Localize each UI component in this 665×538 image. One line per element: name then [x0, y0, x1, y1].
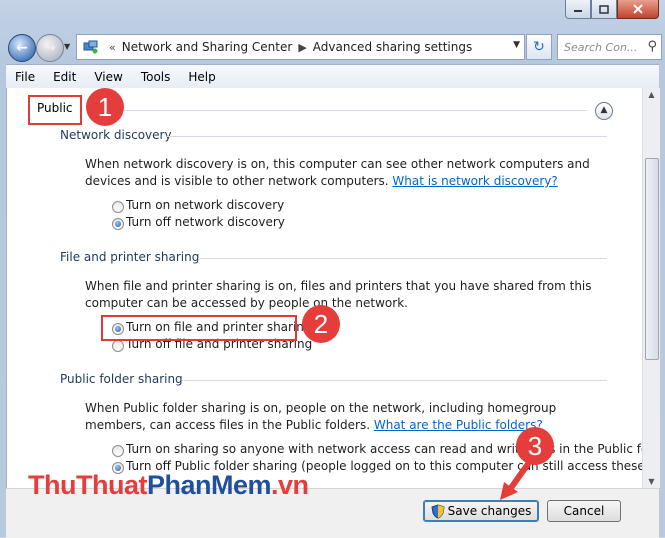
save-changes-button[interactable]: Save changes	[423, 500, 539, 522]
network-discovery-help-link[interactable]: What is network discovery?	[392, 174, 557, 188]
watermark-part-3: .vn	[271, 470, 309, 500]
step-3-badge: 3	[516, 427, 554, 465]
section-divider	[182, 380, 607, 381]
scroll-down-icon[interactable]: ▼	[643, 477, 660, 486]
search-placeholder: Search Con...	[564, 40, 638, 54]
menu-edit[interactable]: Edit	[44, 70, 85, 84]
back-arrow-icon: ←	[16, 40, 28, 56]
turn-on-network-discovery-label[interactable]: Turn on network discovery	[126, 198, 284, 212]
radio-turn-on-network-discovery[interactable]	[112, 201, 124, 213]
breadcrumb-advanced-sharing[interactable]: Advanced sharing settings	[313, 40, 472, 54]
scroll-up-icon[interactable]: ▲	[643, 90, 660, 99]
refresh-button[interactable]: ↻	[526, 34, 552, 60]
turn-off-network-discovery-label[interactable]: Turn off network discovery	[126, 215, 285, 229]
forward-arrow-icon: →	[44, 40, 56, 56]
collapse-profile-button[interactable]: ▲	[595, 102, 613, 120]
file-printer-sharing-description: When file and printer sharing is on, fil…	[85, 279, 592, 310]
maximize-icon	[599, 4, 609, 14]
menu-file[interactable]: File	[6, 70, 44, 84]
breadcrumb-separator-icon[interactable]: ▶	[298, 41, 306, 54]
close-button[interactable]	[617, 0, 659, 19]
back-button[interactable]: ←	[8, 34, 36, 62]
menu-view[interactable]: View	[85, 70, 131, 84]
refresh-icon: ↻	[533, 39, 545, 55]
profile-divider	[125, 110, 587, 111]
minimize-icon	[574, 10, 582, 12]
step-1-badge: 1	[86, 88, 124, 126]
public-folder-sharing-header: Public folder sharing	[60, 372, 183, 386]
scrollbar-thumb[interactable]	[645, 158, 659, 360]
minimize-button[interactable]	[565, 0, 591, 19]
section-divider	[198, 258, 607, 259]
radio-turn-off-file-printer-sharing[interactable]	[112, 340, 124, 352]
breadcrumb-overflow[interactable]: «	[109, 41, 116, 54]
maximize-button[interactable]	[591, 0, 617, 19]
window: ← → ▼ « Network and Sharing Center ▶ Adv…	[0, 0, 665, 538]
menu-bar: File Edit View Tools Help	[6, 64, 659, 89]
settings-content: Public ▲ Network discovery When network …	[6, 88, 643, 488]
radio-turn-on-public-folder-sharing[interactable]	[112, 445, 124, 457]
highlight-public-title	[28, 95, 82, 125]
highlight-turn-on-file-sharing	[101, 315, 297, 341]
close-icon	[633, 4, 643, 14]
recent-pages-dropdown[interactable]: ▼	[64, 42, 70, 51]
section-divider	[167, 136, 607, 137]
menu-tools[interactable]: Tools	[132, 70, 180, 84]
pointer-arrow-icon	[500, 462, 531, 500]
caption-buttons	[565, 0, 659, 19]
uac-shield-icon	[431, 503, 445, 519]
save-changes-label: Save changes	[447, 504, 532, 518]
watermark-part-1: ThuThuat	[28, 470, 147, 500]
network-discovery-description: When network discovery is on, this compu…	[85, 156, 615, 190]
breadcrumb-network-sharing-center[interactable]: Network and Sharing Center	[122, 40, 293, 54]
vertical-scrollbar[interactable]: ▲ ▼	[642, 88, 660, 488]
network-folder-icon	[83, 40, 98, 54]
public-folders-help-link[interactable]: What are the Public folders?	[374, 418, 543, 432]
search-input[interactable]: Search Con... ⚲	[557, 34, 662, 60]
watermark-part-2: PhanMem	[146, 470, 272, 500]
address-dropdown-icon[interactable]: ▼	[513, 40, 520, 50]
turn-on-public-folder-sharing-label[interactable]: Turn on sharing so anyone with network a…	[126, 442, 643, 456]
forward-button[interactable]: →	[36, 34, 64, 62]
search-icon[interactable]: ⚲	[647, 39, 657, 54]
chevron-down-icon: ▼	[64, 42, 71, 51]
step-2-badge: 2	[302, 305, 340, 343]
address-bar[interactable]: « Network and Sharing Center ▶ Advanced …	[76, 34, 525, 60]
chevron-up-icon: ▲	[600, 105, 608, 115]
cancel-button[interactable]: Cancel	[547, 500, 621, 522]
network-discovery-header: Network discovery	[60, 128, 172, 142]
menu-help[interactable]: Help	[179, 70, 224, 84]
watermark-logo: ThuThuatPhanMem.vn	[28, 470, 309, 501]
radio-turn-off-network-discovery[interactable]	[112, 218, 124, 230]
file-printer-sharing-header: File and printer sharing	[60, 250, 200, 264]
